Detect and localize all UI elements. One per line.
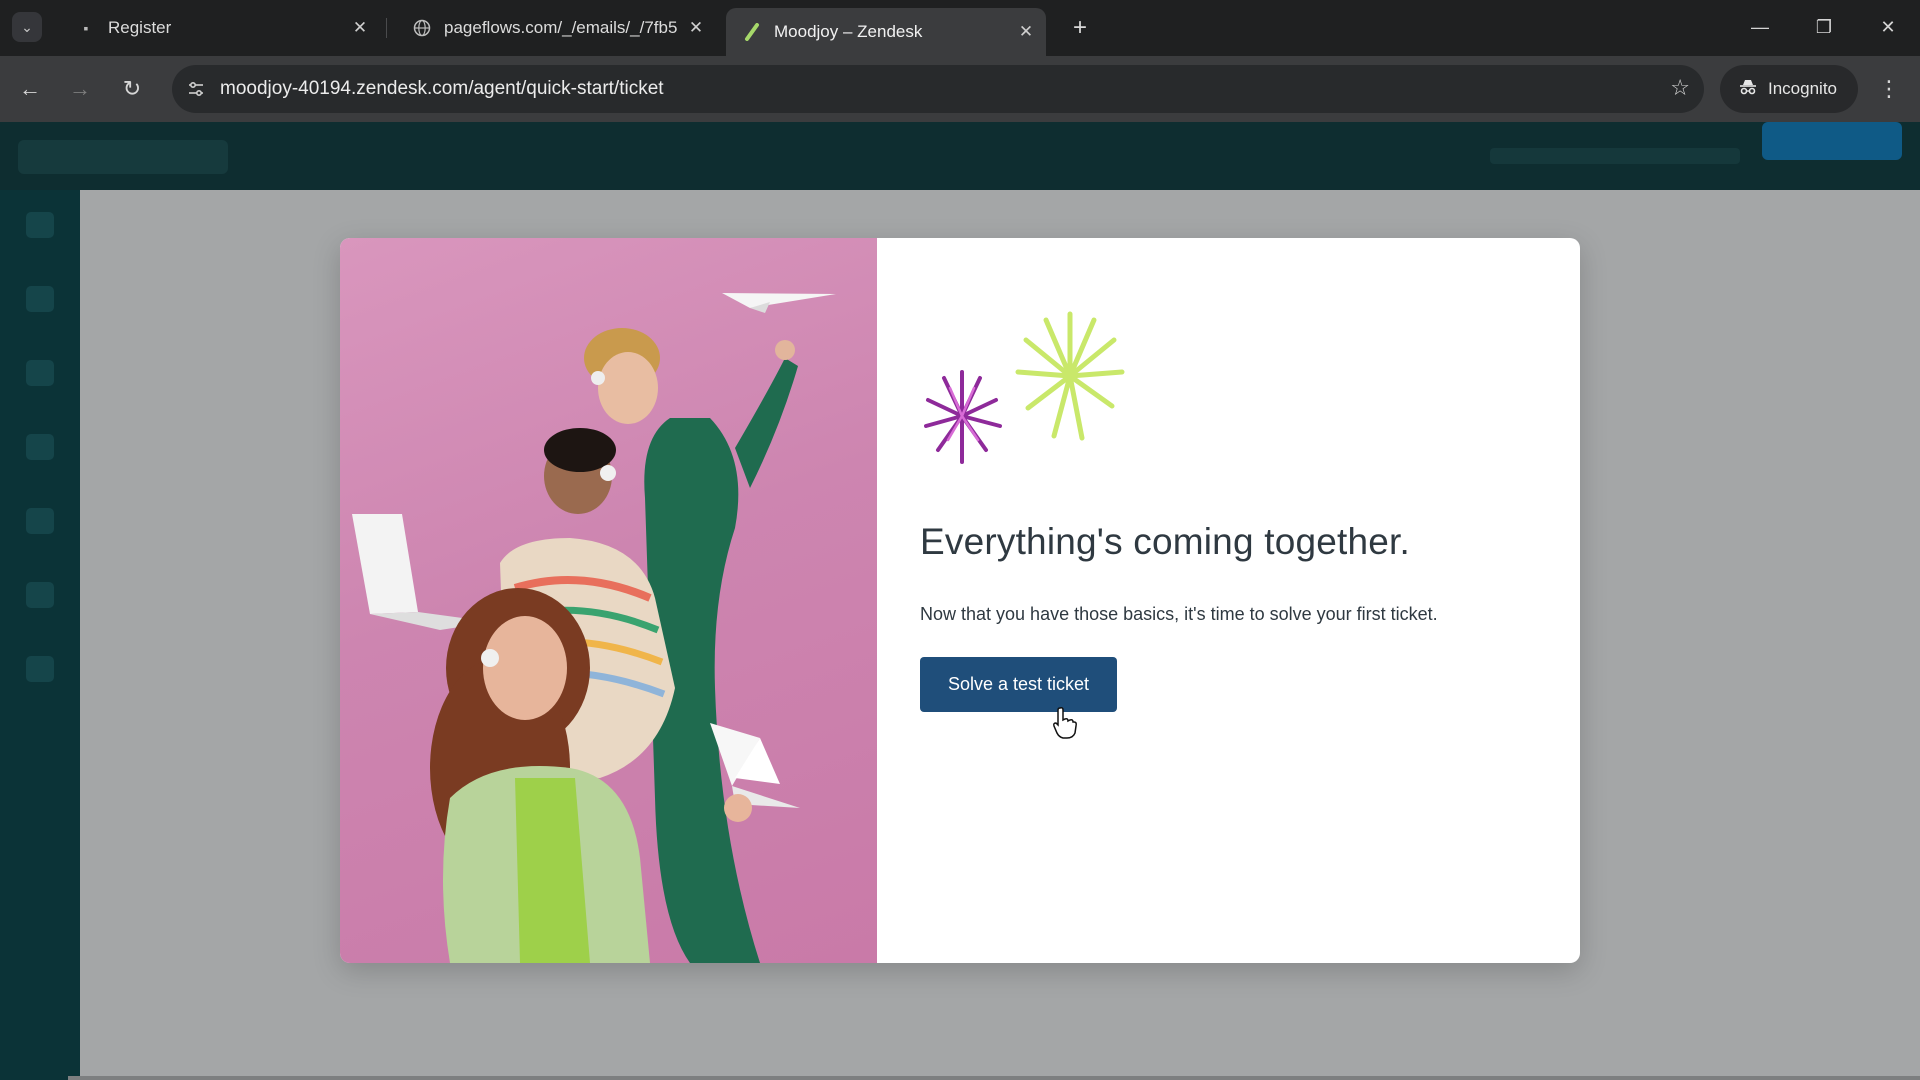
sidebar-stats-icon — [26, 582, 54, 608]
sidebar-reporting-icon — [26, 508, 54, 534]
new-tab-plus-icon[interactable]: + — [1066, 14, 1094, 42]
sidebar-admin-icon — [26, 656, 54, 682]
back-arrow-icon[interactable]: ← — [14, 73, 46, 105]
bookmark-star-icon[interactable]: ☆ — [1670, 75, 1690, 101]
header-button-placeholder — [1762, 122, 1902, 160]
header-placeholder — [18, 140, 228, 174]
close-tab-icon[interactable]: ✕ — [1012, 18, 1040, 46]
tab-pageflows[interactable]: pageflows.com/_/emails/_/7fb5 ✕ — [396, 8, 716, 48]
hand-cursor-icon — [1053, 707, 1077, 739]
browser-toolbar: ← → ↻ moodjoy-40194.zendesk.com/agent/qu… — [0, 56, 1920, 122]
tab-zendesk[interactable]: Moodjoy – Zendesk ✕ — [726, 8, 1046, 56]
reload-icon[interactable]: ↻ — [116, 73, 148, 105]
window-close-icon[interactable]: ✕ — [1868, 10, 1908, 44]
close-tab-icon[interactable]: ✕ — [682, 14, 710, 42]
incognito-label: Incognito — [1768, 79, 1837, 98]
scroll-track — [68, 1076, 1920, 1080]
browser-tab-bar: ⌄ ▪ Register ✕ pageflows.com/_/emails/_/… — [0, 0, 1920, 56]
tab-register[interactable]: ▪ Register ✕ — [60, 8, 380, 48]
modal-subtext: Now that you have those basics, it's tim… — [920, 604, 1438, 624]
site-settings-icon[interactable] — [182, 75, 210, 103]
browser-menu-icon[interactable]: ⋮ — [1874, 73, 1904, 105]
fireworks-icon — [924, 311, 1125, 464]
team-photo-illustration — [352, 293, 836, 963]
incognito-indicator[interactable]: Incognito — [1720, 65, 1858, 113]
sidebar-organizations-icon — [26, 434, 54, 460]
globe-icon — [412, 18, 432, 38]
forward-arrow-icon[interactable]: → — [64, 73, 96, 105]
zendesk-favicon-icon — [742, 22, 762, 42]
app-header — [0, 122, 1920, 190]
sidebar-views-icon — [26, 286, 54, 312]
tab-title: Register — [108, 18, 172, 37]
tab-title: pageflows.com/_/emails/_/7fb5 — [444, 18, 678, 37]
url-text: moodjoy-40194.zendesk.com/agent/quick-st… — [220, 78, 664, 99]
tab-search-chevron-icon[interactable]: ⌄ — [12, 12, 42, 42]
app-sidebar — [0, 190, 80, 1080]
quick-start-modal: Everything's coming together. Now that y… — [340, 238, 1580, 963]
sidebar-home-icon — [26, 212, 54, 238]
close-tab-icon[interactable]: ✕ — [346, 14, 374, 42]
tab-title: Moodjoy – Zendesk — [774, 22, 923, 41]
register-favicon-icon: ▪ — [83, 20, 89, 36]
sidebar-customers-icon — [26, 360, 54, 386]
modal-headline: Everything's coming together. — [920, 521, 1411, 562]
incognito-icon — [1738, 79, 1758, 100]
address-bar[interactable]: moodjoy-40194.zendesk.com/agent/quick-st… — [172, 65, 1704, 113]
restore-icon[interactable]: ❐ — [1804, 10, 1844, 44]
modal-content: Everything's coming together. Now that y… — [877, 238, 1580, 963]
solve-test-ticket-button[interactable]: Solve a test ticket — [920, 657, 1117, 712]
minimize-icon[interactable]: — — [1740, 10, 1780, 44]
hero-illustration — [340, 238, 877, 963]
tab-divider — [386, 18, 387, 38]
header-placeholder — [1490, 148, 1740, 164]
